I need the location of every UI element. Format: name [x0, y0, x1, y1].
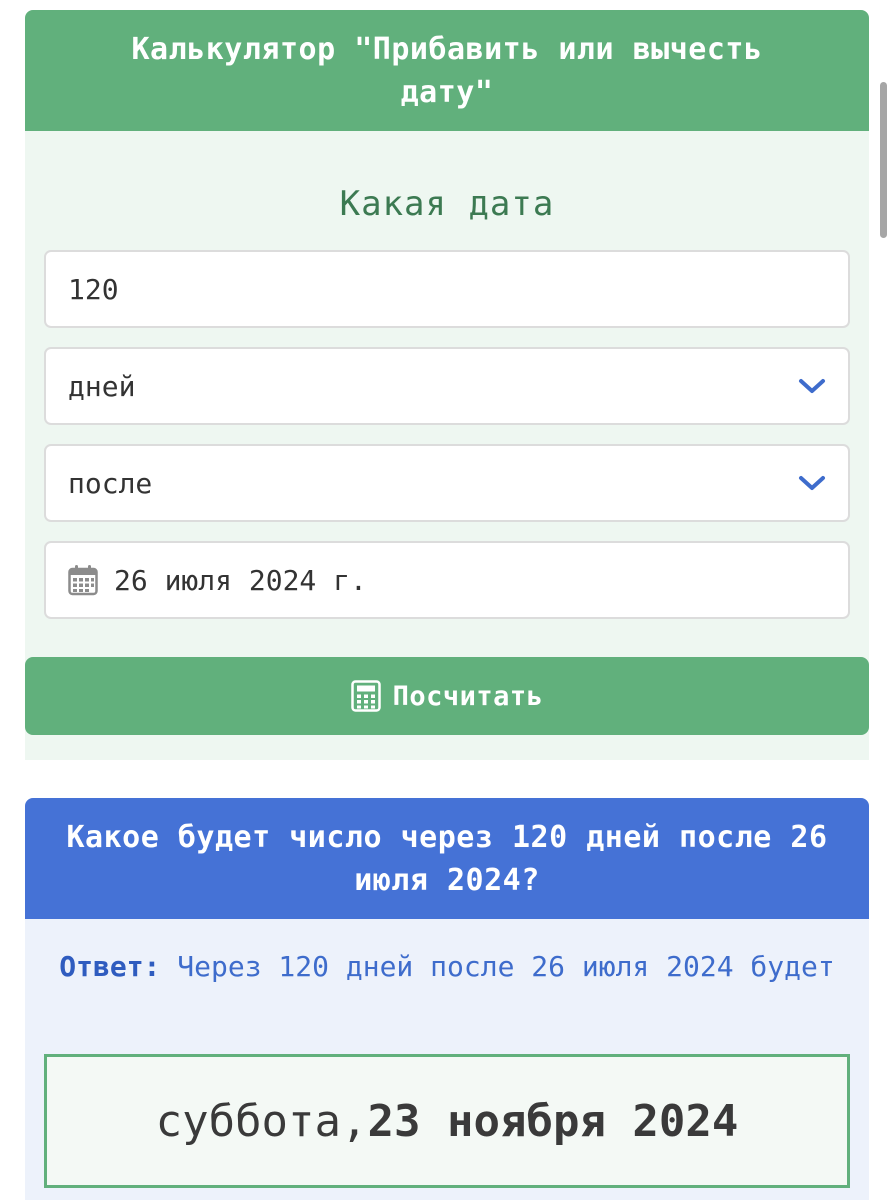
direction-selected-value: после — [68, 466, 153, 500]
date-value: 26 июля 2024 г. — [114, 563, 367, 597]
result-header: Какое будет число через 120 дней после 2… — [25, 798, 869, 919]
chevron-down-icon — [799, 476, 825, 490]
amount-input[interactable]: 120 — [44, 250, 850, 328]
calculate-button[interactable]: Посчитать — [25, 657, 869, 735]
page-scrollbar[interactable] — [880, 82, 887, 238]
result-card: Какое будет число через 120 дней после 2… — [25, 798, 869, 1200]
date-input[interactable]: 26 июля 2024 г. — [44, 541, 850, 619]
result-weekday: суббота, — [155, 1095, 368, 1147]
result-date: 23 ноября 2024 — [367, 1095, 739, 1147]
result-title: Какое будет число через 120 дней после 2… — [66, 819, 828, 898]
answer-sentence: Через 120 дней после 26 июля 2024 будет — [160, 950, 835, 983]
page: Калькулятор "Прибавить или вычесть дату"… — [0, 0, 894, 1200]
direction-select[interactable]: после — [44, 444, 850, 522]
chevron-down-icon — [799, 379, 825, 393]
unit-selected-value: дней — [68, 369, 136, 403]
calendar-icon — [68, 565, 98, 596]
calculator-subtitle: Какая дата — [339, 184, 555, 224]
calculator-title: Калькулятор "Прибавить или вычесть дату" — [131, 31, 763, 110]
calculator-header: Калькулятор "Прибавить или вычесть дату" — [25, 10, 869, 131]
answer-text: Ответ: Через 120 дней после 26 июля 2024… — [55, 944, 839, 990]
answer-label: Ответ: — [59, 950, 161, 983]
amount-value: 120 — [68, 272, 119, 306]
calculator-card: Калькулятор "Прибавить или вычесть дату"… — [25, 10, 869, 760]
calculate-button-label: Посчитать — [392, 680, 544, 712]
result-date-box: суббота, 23 ноября 2024 — [44, 1054, 850, 1188]
calculator-icon — [350, 680, 381, 712]
unit-select[interactable]: дней — [44, 347, 850, 425]
